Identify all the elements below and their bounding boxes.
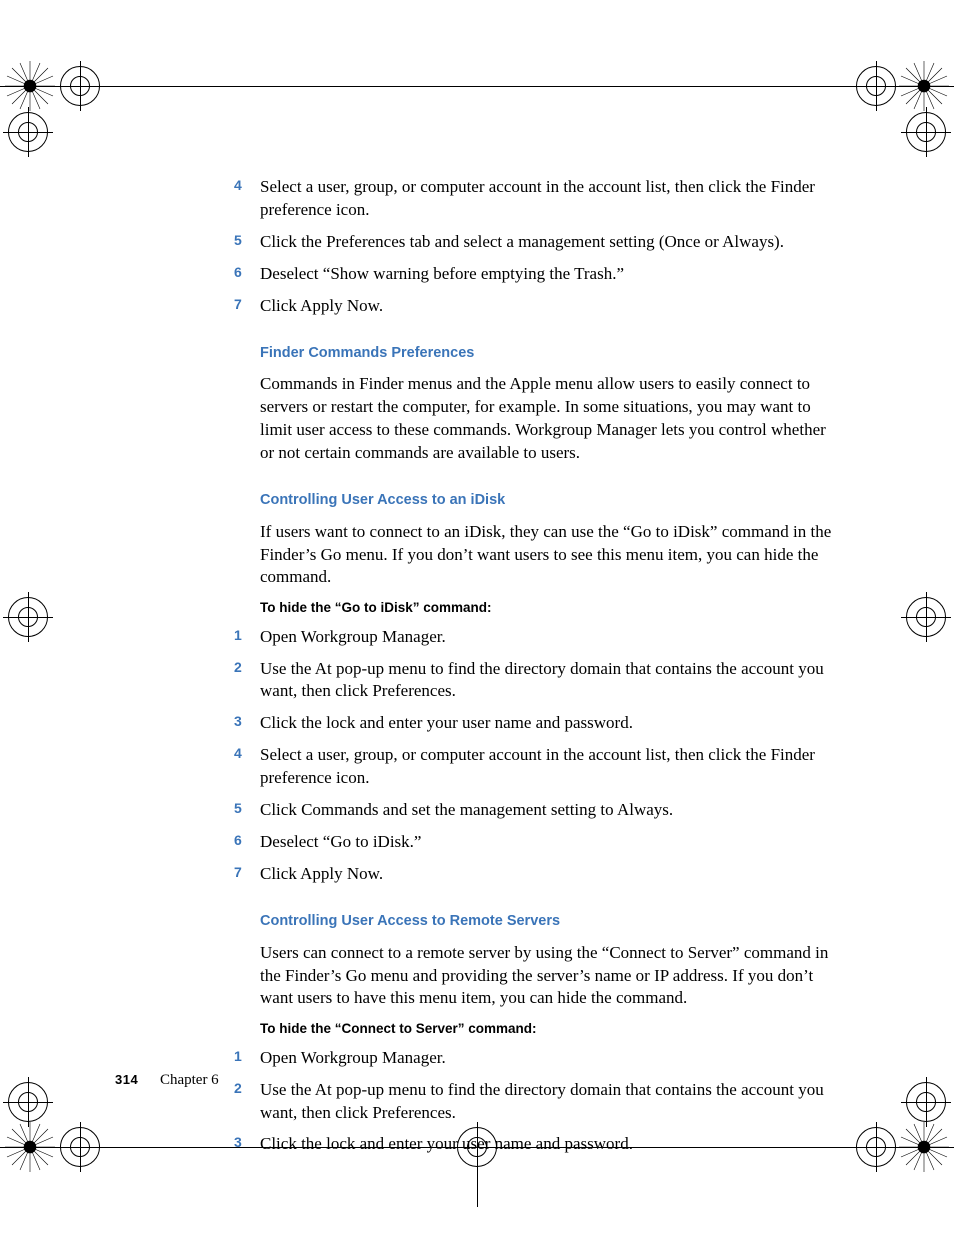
step-text: Use the At pop-up menu to find the direc…	[260, 1079, 840, 1125]
sunburst-bottom-left	[5, 1122, 55, 1172]
page-number: 314	[115, 1072, 138, 1087]
step-text: Click the lock and enter your user name …	[260, 1133, 840, 1156]
step-item: 7 Click Apply Now.	[260, 295, 840, 318]
registration-mark	[8, 1082, 48, 1122]
step-text: Open Workgroup Manager.	[260, 626, 840, 649]
paragraph: Commands in Finder menus and the Apple m…	[260, 373, 840, 465]
step-text: Click the Preferences tab and select a m…	[260, 231, 840, 254]
heading-idisk: Controlling User Access to an iDisk	[260, 491, 840, 511]
registration-mark	[60, 66, 100, 106]
step-item: 4 Select a user, group, or computer acco…	[260, 744, 840, 790]
step-item: 1 Open Workgroup Manager.	[260, 626, 840, 649]
step-item: 6 Deselect “Go to iDisk.”	[260, 831, 840, 854]
registration-mark	[8, 112, 48, 152]
step-number: 1	[234, 1047, 260, 1066]
paragraph: If users want to connect to an iDisk, th…	[260, 521, 840, 590]
step-number: 4	[234, 176, 260, 195]
registration-mark	[906, 1082, 946, 1122]
step-text: Click Apply Now.	[260, 295, 840, 318]
sunburst-top-right	[899, 61, 949, 111]
registration-mark	[8, 597, 48, 637]
step-item: 5 Click Commands and set the management …	[260, 799, 840, 822]
step-item: 6 Deselect “Show warning before emptying…	[260, 263, 840, 286]
heading-finder-commands: Finder Commands Preferences	[260, 344, 840, 364]
step-number: 7	[234, 863, 260, 882]
page-footer: 314 Chapter 6	[115, 1070, 219, 1090]
step-number: 2	[234, 1079, 260, 1098]
page-body: 4 Select a user, group, or computer acco…	[260, 176, 840, 1165]
sunburst-bottom-right	[899, 1122, 949, 1172]
step-text: Deselect “Show warning before emptying t…	[260, 263, 840, 286]
step-item: 2 Use the At pop-up menu to find the dir…	[260, 1079, 840, 1125]
heading-remote-servers: Controlling User Access to Remote Server…	[260, 912, 840, 932]
step-text: Click Commands and set the management se…	[260, 799, 840, 822]
step-item: 3 Click the lock and enter your user nam…	[260, 712, 840, 735]
step-number: 6	[234, 831, 260, 850]
step-number: 5	[234, 799, 260, 818]
step-item: 7 Click Apply Now.	[260, 863, 840, 886]
registration-mark	[60, 1127, 100, 1167]
step-item: 2 Use the At pop-up menu to find the dir…	[260, 658, 840, 704]
chapter-label: Chapter 6	[160, 1072, 219, 1088]
crop-line-top	[0, 86, 954, 87]
step-number: 1	[234, 626, 260, 645]
registration-mark	[906, 597, 946, 637]
step-text: Open Workgroup Manager.	[260, 1047, 840, 1070]
step-text: Deselect “Go to iDisk.”	[260, 831, 840, 854]
step-text: Use the At pop-up menu to find the direc…	[260, 658, 840, 704]
paragraph: Users can connect to a remote server by …	[260, 942, 840, 1011]
sunburst-top-left	[5, 61, 55, 111]
step-number: 4	[234, 744, 260, 763]
step-text: Click Apply Now.	[260, 863, 840, 886]
registration-mark	[856, 1127, 896, 1167]
step-item: 4 Select a user, group, or computer acco…	[260, 176, 840, 222]
step-text: Select a user, group, or computer accoun…	[260, 176, 840, 222]
subheading-hide-connect: To hide the “Connect to Server” command:	[260, 1020, 840, 1038]
step-number: 3	[234, 712, 260, 731]
step-text: Select a user, group, or computer accoun…	[260, 744, 840, 790]
step-number: 3	[234, 1133, 260, 1152]
registration-mark	[906, 112, 946, 152]
step-item: 1 Open Workgroup Manager.	[260, 1047, 840, 1070]
step-item: 5 Click the Preferences tab and select a…	[260, 231, 840, 254]
registration-mark	[856, 66, 896, 106]
step-number: 2	[234, 658, 260, 677]
step-text: Click the lock and enter your user name …	[260, 712, 840, 735]
step-number: 6	[234, 263, 260, 282]
step-number: 7	[234, 295, 260, 314]
subheading-hide-idisk: To hide the “Go to iDisk” command:	[260, 599, 840, 617]
step-number: 5	[234, 231, 260, 250]
step-item: 3 Click the lock and enter your user nam…	[260, 1133, 840, 1156]
